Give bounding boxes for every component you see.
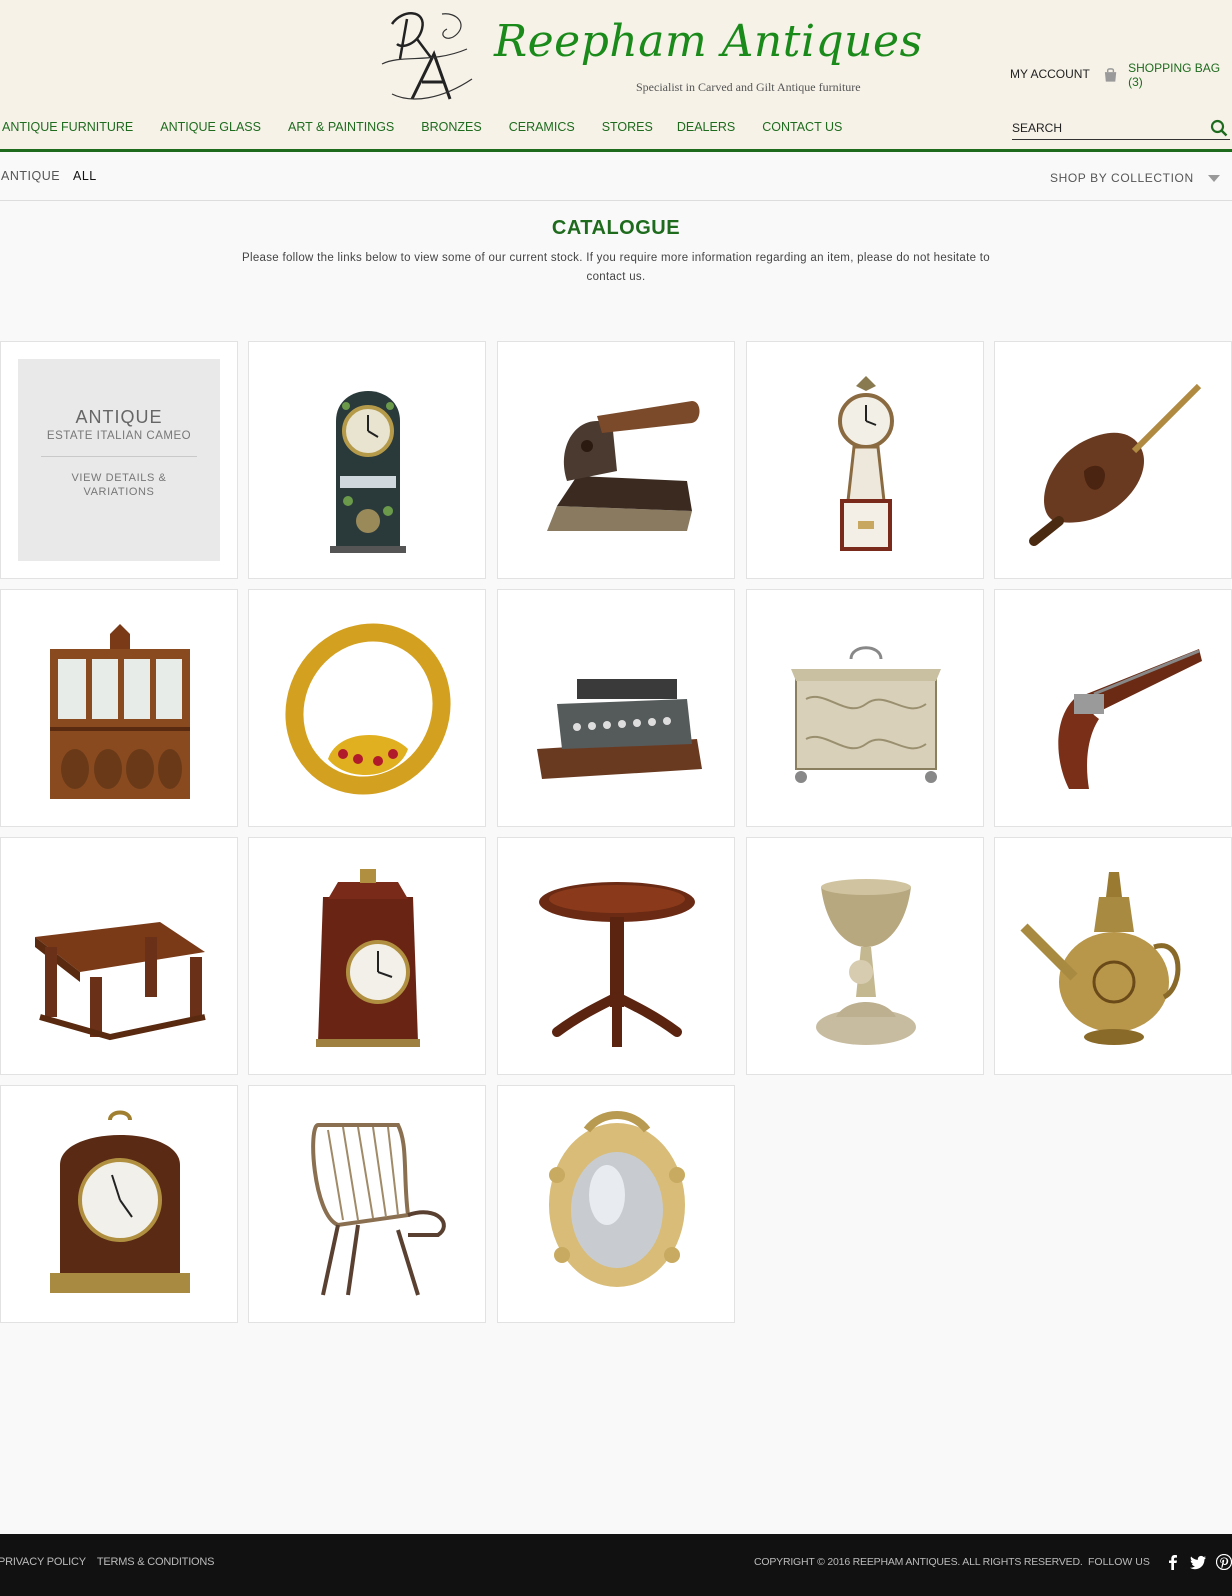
privacy-policy-link[interactable]: PRIVACY POLICY [0, 1556, 86, 1568]
site-logo[interactable]: Reepham Antiques Specialist in Carved an… [372, 4, 922, 114]
nav-stores[interactable]: STORES [602, 120, 653, 134]
carved-bellows-icon [1029, 383, 1202, 546]
product-tile-typewriter[interactable] [497, 589, 735, 827]
mantel-clock-icon [330, 391, 406, 553]
product-tile-mantel-clock[interactable] [248, 341, 486, 579]
search-icon[interactable] [1210, 119, 1228, 137]
featured-product-overlay: ANTIQUE ESTATE ITALIAN CAMEO VIEW DETAIL… [18, 359, 220, 561]
silver-tea-caddy-icon [791, 646, 941, 783]
featured-subtitle: ESTATE ITALIAN CAMEO [46, 430, 192, 442]
product-tile-mahogany-bracket-clock[interactable] [0, 1085, 238, 1323]
featured-divider [41, 456, 197, 457]
typewriter-icon [537, 679, 702, 779]
product-tile-rattan-chair[interactable] [248, 1085, 486, 1323]
nav-bronzes[interactable]: BRONZES [421, 120, 481, 134]
shopping-bag-link[interactable]: SHOPPING BAG (3) [1103, 61, 1232, 89]
nav-antique-glass[interactable]: ANTIQUE GLASS [160, 120, 261, 134]
product-tile-brass-ewer[interactable] [994, 837, 1232, 1075]
follow-us-label: FOLLOW US [1088, 1556, 1150, 1568]
view-details-link[interactable]: VIEW DETAILS & VARIATIONS [54, 471, 184, 499]
shopping-bag-icon [1104, 68, 1117, 82]
twitter-icon[interactable] [1190, 1554, 1206, 1570]
logo-tagline: Specialist in Carved and Gilt Antique fu… [636, 80, 861, 94]
product-tile-silver-cherub-chalice[interactable] [746, 837, 984, 1075]
product-tile-gilt-oval-mirror[interactable] [497, 1085, 735, 1323]
product-tile-tilt-top-table[interactable] [497, 837, 735, 1075]
product-tile-gold-bangle[interactable] [248, 589, 486, 827]
product-tile-breakfront-bookcase[interactable] [0, 589, 238, 827]
page-title: CATALOGUE [551, 217, 681, 239]
shop-by-collection-label: SHOP BY COLLECTION [1050, 171, 1194, 185]
search-box [1012, 118, 1230, 140]
product-tile-carved-iron[interactable] [497, 341, 735, 579]
nav-antique-furniture[interactable]: ANTIQUE FURNITURE [2, 120, 133, 134]
copyright-text: COPYRIGHT © 2016 REEPHAM ANTIQUES. ALL R… [754, 1556, 1083, 1568]
site-footer: PRIVACY POLICY TERMS & CONDITIONS COPYRI… [0, 1534, 1232, 1596]
main-nav: ANTIQUE FURNITURE ANTIQUE GLASS ART & PA… [2, 120, 869, 134]
ra-monogram-icon [381, 12, 473, 100]
gold-bangle-icon [285, 623, 451, 795]
product-tile-banjo-clock[interactable] [746, 341, 984, 579]
carved-table-icon [35, 922, 206, 1041]
nav-dealers[interactable]: DEALERS [677, 120, 735, 134]
mahogany-bracket-clock-icon [50, 1110, 190, 1293]
nav-ceramics[interactable]: CERAMICS [509, 120, 575, 134]
breakfront-bookcase-icon [50, 624, 190, 799]
product-tile-silver-tea-caddy[interactable] [746, 589, 984, 827]
shopping-bag-label: SHOPPING BAG (3) [1128, 61, 1221, 89]
rattan-chair-icon [311, 1123, 446, 1296]
product-tile-carved-bellows[interactable] [994, 341, 1232, 579]
banjo-clock-icon [838, 376, 894, 551]
flintlock-pistol-icon [1058, 649, 1202, 789]
featured-product-tile[interactable]: ANTIQUE ESTATE ITALIAN CAMEO VIEW DETAIL… [0, 341, 238, 579]
logo-title: Reepham Antiques [494, 16, 923, 67]
featured-title: ANTIQUE [75, 407, 163, 427]
site-header: Reepham Antiques Specialist in Carved an… [0, 0, 1232, 152]
nav-art-paintings[interactable]: ART & PAINTINGS [288, 120, 394, 134]
footer-links: PRIVACY POLICY TERMS & CONDITIONS [0, 1556, 225, 1568]
product-tile-bracket-clock[interactable] [248, 837, 486, 1075]
my-account-link[interactable]: MY ACCOUNT [1010, 67, 1090, 81]
chevron-down-icon [1207, 174, 1220, 182]
product-tile-carved-table[interactable] [0, 837, 238, 1075]
breadcrumb: ANTIQUE [1, 169, 61, 183]
facebook-icon[interactable] [1165, 1554, 1181, 1570]
filter-all-link[interactable]: ALL [73, 169, 97, 183]
search-input[interactable] [1012, 118, 1192, 138]
tilt-top-table-icon [539, 882, 695, 1047]
terms-conditions-link[interactable]: TERMS & CONDITIONS [97, 1556, 215, 1568]
silver-cherub-chalice-icon [816, 879, 916, 1045]
shop-by-collection-dropdown[interactable]: SHOP BY COLLECTION [1050, 171, 1220, 185]
pinterest-icon[interactable] [1216, 1554, 1232, 1570]
product-tile-flintlock-pistol[interactable] [994, 589, 1232, 827]
gilt-oval-mirror-icon [549, 1111, 685, 1287]
nav-contact-us[interactable]: CONTACT US [762, 120, 842, 134]
filter-bar: ANTIQUE ALL SHOP BY COLLECTION [0, 152, 1232, 201]
catalogue-description: Please follow the links below to view so… [242, 252, 990, 283]
brass-ewer-icon [1020, 872, 1181, 1045]
bracket-clock-icon [316, 869, 420, 1047]
carved-iron-icon [547, 401, 700, 531]
